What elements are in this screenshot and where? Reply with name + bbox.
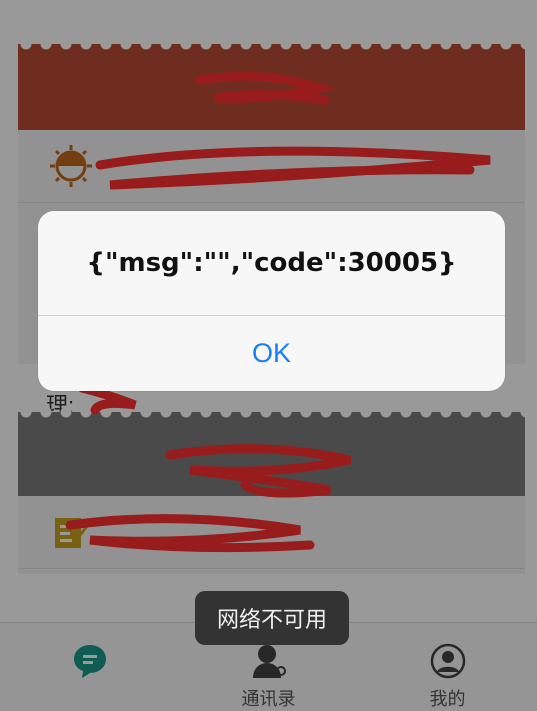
network-toast: 网络不可用 bbox=[195, 591, 349, 645]
alert-dialog: {"msg":"","code":30005} OK bbox=[38, 211, 505, 391]
alert-message: {"msg":"","code":30005} bbox=[38, 211, 505, 316]
alert-ok-button[interactable]: OK bbox=[38, 316, 505, 391]
